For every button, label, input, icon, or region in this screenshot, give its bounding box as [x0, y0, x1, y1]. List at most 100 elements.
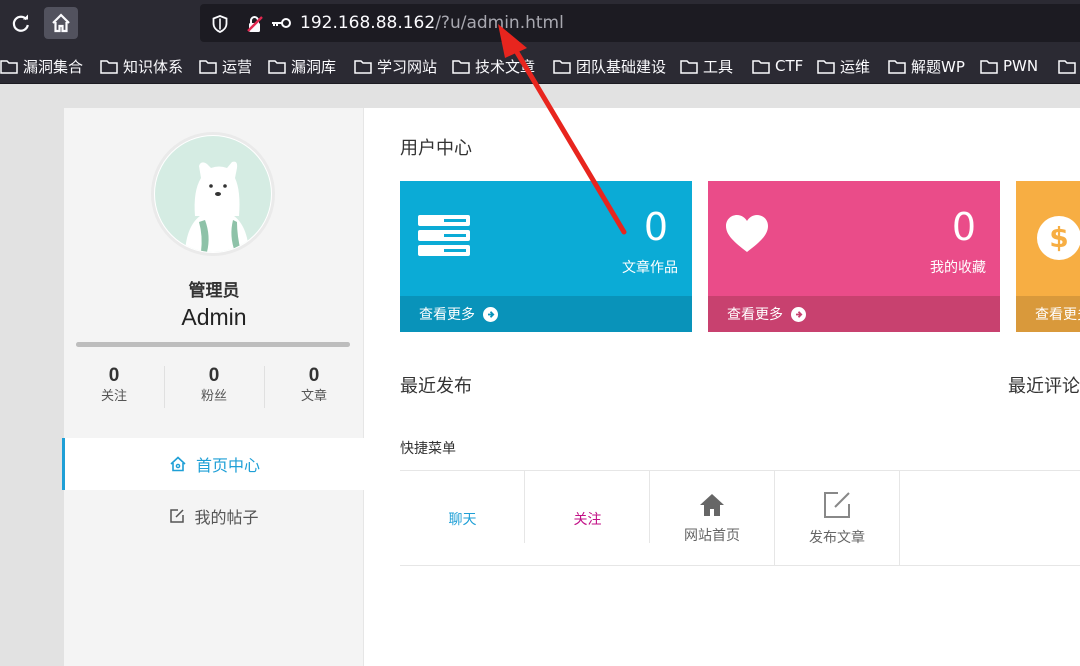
folder-icon: [752, 59, 770, 74]
sidebar-item-label: 我的帖子: [194, 508, 259, 527]
page-gutter: [0, 84, 64, 666]
folder-icon: [354, 59, 372, 74]
view-more-label: 查看更多: [419, 307, 475, 323]
url-bar[interactable]: 192.168.88.162/?u/admin.html: [200, 4, 1080, 42]
favorites-card[interactable]: 0 我的收藏 查看更多: [708, 181, 1000, 332]
edit-icon: [824, 491, 850, 518]
bookmark-folder[interactable]: [1058, 56, 1076, 76]
bookmark-folder[interactable]: 漏洞集合: [0, 56, 83, 76]
view-more-link[interactable]: 查看更多: [400, 296, 692, 332]
bookmark-label: 团队基础建设: [576, 57, 667, 76]
stat-articles[interactable]: 0 文章: [264, 364, 364, 412]
stat-label: 文章: [300, 389, 327, 404]
folder-icon: [452, 59, 470, 74]
bookmark-label: 工具: [703, 57, 734, 76]
quick-menu-label: 关注: [573, 511, 602, 528]
url-text[interactable]: 192.168.88.162/?u/admin.html: [300, 13, 564, 33]
view-more-label: 查看更多: [727, 307, 783, 323]
card-value: 0: [643, 205, 668, 249]
home-icon: [170, 456, 186, 472]
bookmark-folder[interactable]: 漏洞库: [268, 56, 336, 76]
arrow-circle-right-icon: [483, 306, 498, 322]
sidebar-nav: 首页中心 我的帖子: [62, 438, 364, 542]
bookmark-label: 运营: [222, 57, 253, 76]
bookmark-label: 技术文章: [475, 57, 536, 76]
articles-card[interactable]: 0 文章作品 查看更多: [400, 181, 692, 332]
stat-label: 关注: [100, 389, 127, 404]
insecure-lock-icon[interactable]: [246, 15, 264, 33]
user-name: Admin: [181, 304, 247, 330]
server-icon: [418, 215, 470, 256]
key-icon[interactable]: [270, 15, 292, 31]
quick-menu: 聊天 关注 网站首页 发布文章: [400, 470, 1080, 566]
card-label: 我的收藏: [930, 260, 986, 276]
page-title: 用户中心: [400, 138, 472, 159]
folder-icon: [980, 59, 998, 74]
svg-text:$: $: [1049, 221, 1068, 254]
view-more-link[interactable]: 查看更多: [1016, 296, 1080, 332]
bookmark-folder[interactable]: 知识体系: [100, 56, 183, 76]
bookmark-folder[interactable]: 运维: [817, 56, 870, 76]
folder-icon: [100, 59, 118, 74]
folder-icon: [268, 59, 286, 74]
reload-icon: [12, 14, 29, 32]
quick-menu-follow[interactable]: 关注: [525, 471, 650, 566]
heart-icon: [726, 215, 768, 252]
sidebar-item-home[interactable]: 首页中心: [62, 438, 364, 490]
sidebar-item-my-posts[interactable]: 我的帖子: [64, 490, 364, 542]
quick-menu-label: 聊天: [448, 511, 477, 528]
bookmark-label: PWN: [1003, 57, 1039, 75]
stat-label: 粉丝: [200, 389, 227, 404]
balance-card[interactable]: $ 查看更多: [1016, 181, 1080, 332]
bear-avatar-image: [155, 136, 271, 252]
folder-icon: [680, 59, 698, 74]
stat-following[interactable]: 0 关注: [64, 364, 164, 412]
card-value: 0: [951, 205, 976, 249]
bookmark-label: 学习网站: [377, 57, 438, 76]
bookmark-folder[interactable]: 解题WP: [888, 56, 965, 76]
folder-icon: [1058, 59, 1076, 74]
stat-value: 0: [108, 365, 120, 386]
bookmark-folder[interactable]: PWN: [980, 56, 1038, 76]
recent-comments-title: 最近评论: [1008, 376, 1080, 397]
bookmark-folder[interactable]: 学习网站: [354, 56, 437, 76]
sidebar-item-label: 首页中心: [195, 456, 260, 475]
stat-value: 0: [308, 365, 320, 386]
quick-menu-chat[interactable]: 聊天: [400, 471, 525, 566]
bookmark-label: 运维: [840, 57, 871, 76]
card-label: 文章作品: [622, 260, 678, 276]
bookmark-label: CTF: [775, 57, 804, 75]
browser-toolbar: 192.168.88.162/?u/admin.html: [0, 0, 1080, 46]
view-more-link[interactable]: 查看更多: [708, 296, 1000, 332]
home-icon: [52, 13, 70, 33]
edit-icon: [170, 509, 185, 523]
reload-button[interactable]: [4, 7, 38, 39]
home-button[interactable]: [44, 7, 78, 39]
avatar[interactable]: [151, 132, 275, 256]
shield-icon[interactable]: [212, 15, 228, 33]
bookmark-folder[interactable]: 团队基础建设: [553, 56, 666, 76]
page-top-strip: [64, 84, 1080, 108]
arrow-circle-right-icon: [791, 306, 806, 322]
recent-posts-title: 最近发布: [400, 376, 472, 397]
folder-icon: [553, 59, 571, 74]
bookmark-folder[interactable]: CTF: [752, 56, 803, 76]
quick-menu-publish[interactable]: 发布文章: [775, 471, 900, 566]
folder-icon: [0, 59, 18, 74]
view-more-label: 查看更多: [1035, 307, 1080, 323]
bookmark-folder[interactable]: 技术文章: [452, 56, 535, 76]
quick-menu-label: 网站首页: [684, 527, 740, 544]
profile-sidebar: 管理员 Admin 0 关注 0 粉丝 0 文章 首页中心 我的帖子: [62, 108, 364, 666]
bookmark-folder[interactable]: 工具: [680, 56, 733, 76]
quick-menu-site-home[interactable]: 网站首页: [650, 471, 775, 566]
stat-followers[interactable]: 0 粉丝: [164, 364, 264, 412]
folder-icon: [817, 59, 835, 74]
bookmark-folder[interactable]: 运营: [199, 56, 252, 76]
url-host: 192.168.88.162: [300, 13, 436, 33]
bookmark-label: 漏洞集合: [23, 57, 84, 76]
dollar-icon: $: [1037, 216, 1080, 260]
profile-stats: 0 关注 0 粉丝 0 文章: [64, 364, 364, 412]
home-icon: [700, 493, 724, 516]
url-path: /?u/admin.html: [435, 13, 564, 33]
bookmark-label: 知识体系: [123, 57, 184, 76]
